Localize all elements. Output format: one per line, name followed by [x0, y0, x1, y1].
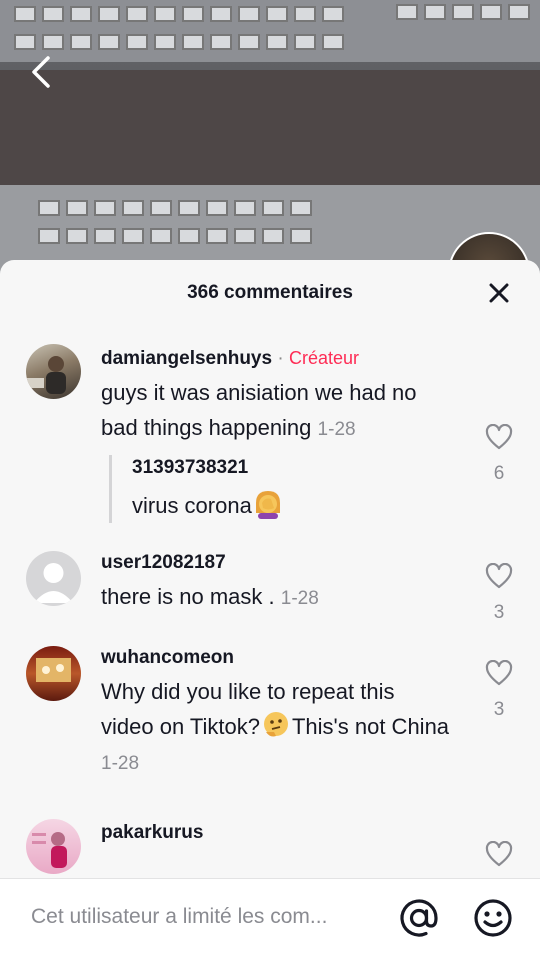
heart-icon [485, 659, 513, 686]
comment-item: pakarkurus [0, 781, 540, 874]
close-icon [489, 283, 509, 303]
comment-item: damiangelsenhuys · Créateur guys it was … [0, 326, 540, 523]
comment-date: 1-28 [101, 753, 140, 774]
heart-icon [485, 423, 513, 450]
default-avatar-icon [34, 563, 73, 603]
comment-text: guys it was anisiation we had no bad thi… [101, 380, 417, 440]
comment-username[interactable]: damiangelsenhuys · Créateur [101, 346, 450, 371]
thinking-face-emoji [260, 710, 292, 740]
like-button[interactable]: 3 [484, 562, 514, 624]
reply-text: virus corona [132, 489, 450, 523]
video-background [0, 0, 540, 280]
face-palm-emoji [252, 489, 284, 519]
chevron-left-icon [32, 56, 50, 88]
reply-username[interactable]: 31393738321 [132, 455, 450, 481]
comment-date: 1-28 [317, 419, 356, 440]
comment-text: Why did you like to repeat this video on… [101, 679, 450, 774]
comment-input-bar: Cet utilisateur a limité les com... [0, 878, 540, 960]
window-row [396, 4, 530, 20]
comment-username[interactable]: wuhancomeon [101, 646, 450, 670]
comment-username[interactable]: pakarkurus [101, 821, 450, 845]
user-photo-icon [26, 356, 66, 394]
comment-date: 1-28 [280, 588, 319, 609]
comments-list[interactable]: damiangelsenhuys · Créateur guys it was … [0, 326, 540, 878]
window-row [14, 6, 344, 22]
back-button[interactable] [26, 52, 60, 92]
window-row [38, 200, 312, 216]
comment-item: wuhancomeon Why did you like to repeat t… [0, 616, 540, 781]
comments-count-title: 366 commentaires [187, 282, 353, 303]
mention-button[interactable] [398, 897, 440, 939]
heart-icon [485, 840, 513, 867]
window-row [14, 34, 344, 50]
creator-badge: Créateur [288, 348, 359, 368]
like-count: 6 [493, 463, 505, 484]
smiley-icon [474, 899, 512, 937]
avatar[interactable] [26, 344, 81, 399]
comments-sheet: 366 commentaires damiangelsenhuys · Créa… [0, 260, 540, 960]
avatar[interactable] [26, 646, 81, 701]
avatar[interactable] [26, 551, 81, 606]
building-dark-band [0, 70, 540, 190]
avatar[interactable] [26, 819, 81, 874]
reply-item: 31393738321 virus corona [109, 455, 450, 523]
like-count: 3 [493, 699, 505, 720]
window-row [38, 228, 312, 244]
comments-header: 366 commentaires [0, 260, 540, 326]
comment-input[interactable]: Cet utilisateur a limité les com... [31, 905, 386, 929]
separator-dot: · [277, 348, 284, 369]
user-photo-icon [32, 832, 67, 868]
comment-item: user12082187 there is no mask . 1-28 3 [0, 523, 540, 623]
comment-text: there is no mask . 1-28 [101, 584, 319, 609]
like-button[interactable]: 6 [484, 423, 514, 485]
like-button[interactable] [484, 840, 514, 872]
user-photo-icon [36, 658, 71, 682]
like-button[interactable]: 3 [484, 659, 514, 721]
heart-icon [485, 562, 513, 589]
comment-username[interactable]: user12082187 [101, 551, 450, 575]
close-button[interactable] [486, 280, 512, 306]
at-icon [400, 899, 438, 937]
emoji-button[interactable] [472, 897, 514, 939]
